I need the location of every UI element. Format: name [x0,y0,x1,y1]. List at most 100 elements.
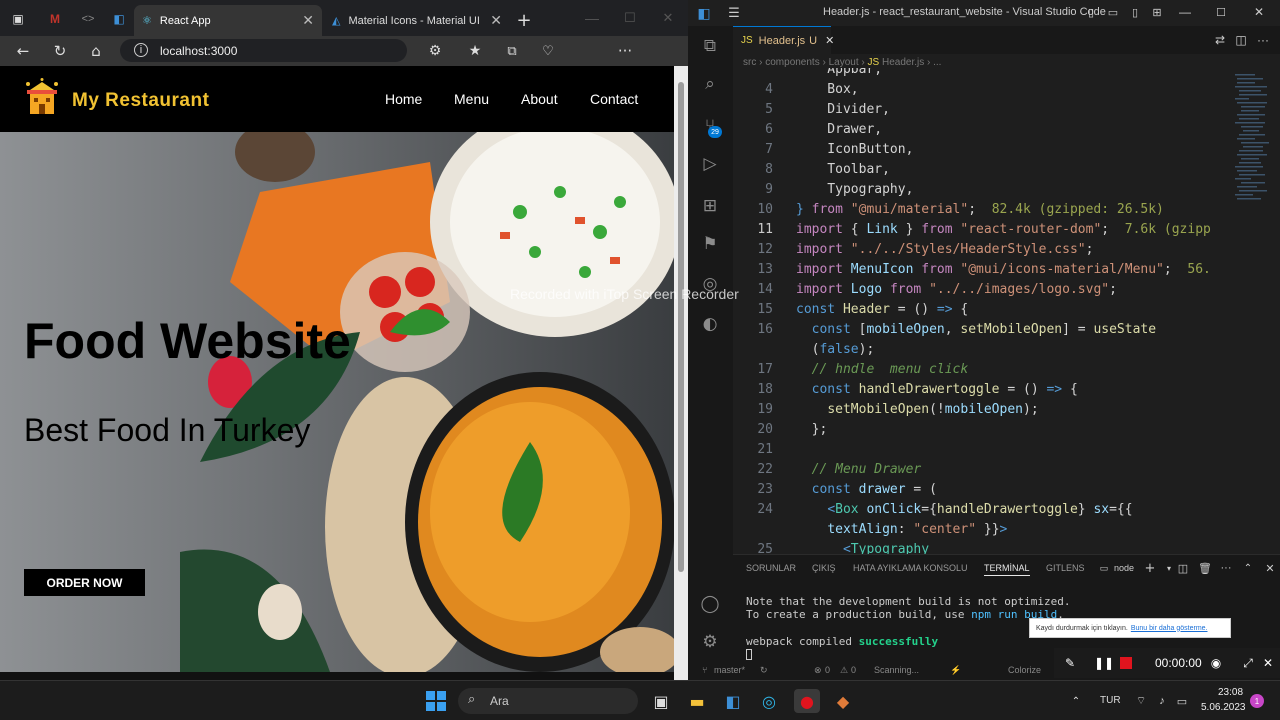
pause-icon[interactable]: ❚❚ [1094,655,1114,671]
breadcrumb-item[interactable]: Header.js [882,57,924,68]
site-info-icon[interactable]: i [134,43,148,57]
new-terminal-icon[interactable]: + [1143,561,1157,576]
minimap[interactable] [1233,72,1273,212]
nav-menu[interactable]: Menu [454,91,489,107]
code-line[interactable]: Typography, [796,182,913,197]
maximize-panel-icon[interactable]: ⌃ [1241,561,1255,575]
toggle-secondary-icon[interactable]: ▯ [1128,5,1142,19]
panel-tab-output[interactable]: ÇIKIŞ [812,563,836,573]
stop-record-icon[interactable] [1120,657,1132,669]
pen-icon[interactable]: ✎ [1062,655,1078,671]
code-line[interactable]: IconButton, [796,142,913,157]
code-line[interactable]: import Logo from "../../images/logo.svg"… [796,282,1117,297]
clock-time[interactable]: 23:08 [1218,687,1243,698]
panel-more-icon[interactable]: ··· [1219,561,1233,575]
search-icon[interactable]: ⌕ [698,72,722,96]
code-line[interactable]: // hndle menu click [796,362,969,377]
page-scrollbar[interactable] [674,66,688,680]
notification-badge[interactable]: 1 [1250,694,1264,708]
code-line[interactable]: const drawer = ( [796,482,937,497]
gitlens-icon[interactable]: ◐ [698,312,722,336]
code-line[interactable]: Toolbar, [796,162,890,177]
address-bar[interactable]: i localhost:3000 [120,39,407,62]
sync-icon[interactable]: ↻ [760,665,768,676]
vs-close-icon[interactable]: ✕ [1252,5,1266,19]
toggle-panel-icon[interactable]: ▭ [1106,5,1120,19]
code-line[interactable]: const handleDrawertoggle = () => { [796,382,1078,397]
code-line[interactable]: const [mobileOpen, setMobileOpen] = useS… [796,322,1156,337]
panel-tab-problems[interactable]: SORUNLAR [746,563,796,573]
code-line[interactable]: <Typography [796,542,929,554]
split-editor-icon[interactable]: ◫ [1233,32,1249,48]
edge-taskbar-icon[interactable]: ◎ [756,689,782,713]
editor-more-icon[interactable]: ··· [1255,32,1271,48]
code-line[interactable]: import { Link } from "react-router-dom";… [796,222,1211,237]
breadcrumb-item[interactable]: Layout [829,57,859,68]
tab-header-js[interactable]: JS Header.js U ✕ [733,26,834,54]
scrollbar-thumb[interactable] [678,82,684,572]
code-line[interactable]: } from "@mui/material"; 82.4k (gzipped: … [796,202,1164,217]
maximize-icon[interactable]: ☐ [622,10,638,26]
code-line[interactable]: const Header = () => { [796,302,968,317]
run-debug-icon[interactable]: ▷ [698,152,722,176]
warning-count[interactable]: 0 [851,665,856,675]
back-icon[interactable]: ← [12,41,34,61]
favorites-bar-icon[interactable]: ★ [464,41,486,61]
minimize-icon[interactable]: — [584,10,600,26]
code-line[interactable]: // Menu Drawer [796,462,922,477]
extensions-icon[interactable]: ⊞ [698,194,722,218]
breadcrumb-item[interactable]: components [765,57,819,68]
close-recorder-icon[interactable]: ✕ [1260,655,1276,671]
code-line[interactable]: textAlign: "center" }}> [796,522,1007,537]
bookmarks-icon[interactable]: ⚑ [698,232,722,256]
code-line[interactable]: Box, [796,82,858,97]
refresh-icon[interactable]: ↻ [49,41,71,61]
tray-expand-icon[interactable]: ⌃ [1068,693,1084,709]
code-line[interactable]: <Box onClick={handleDrawertoggle} sx={{ [796,502,1132,517]
vs-minimize-icon[interactable]: — [1178,5,1192,19]
breadcrumb-item[interactable]: src [743,57,756,68]
panel-tab-debug-console[interactable]: HATA AYIKLAMA KONSOLU [853,563,968,573]
wifi-icon[interactable]: ⌔ [1133,693,1149,709]
code-line[interactable]: Appbar, [796,68,882,77]
vs-maximize-icon[interactable]: ☐ [1214,5,1228,19]
home-icon[interactable]: ⌂ [85,41,107,61]
code-line[interactable]: setMobileOpen(!mobileOpen); [796,402,1038,417]
language-indicator[interactable]: TUR [1100,695,1121,706]
accounts-icon[interactable]: ◯ [698,592,722,616]
panel-tab-gitlens[interactable]: GITLENS [1046,563,1085,573]
battery-icon[interactable]: ▭ [1174,693,1190,709]
nav-home[interactable]: Home [385,91,422,107]
tab-actions-icon[interactable]: ▣ [10,12,26,26]
settings-gear-icon[interactable]: ⚙ [698,630,722,654]
code-line[interactable]: (false); [796,342,875,357]
close-panel-icon[interactable]: ✕ [1263,561,1277,575]
app-taskbar-icon[interactable]: ◆ [830,689,856,713]
breadcrumb-item[interactable]: ... [933,57,941,68]
explorer-icon[interactable]: ⧉ [698,34,722,58]
restaurant-logo-icon[interactable] [22,78,62,118]
code-line[interactable]: import MenuIcon from "@mui/icons-materia… [796,262,1211,277]
hamburger-menu-icon[interactable]: ☰ [726,5,742,21]
split-terminal-icon[interactable]: ◫ [1176,561,1190,575]
tab-material-icons[interactable]: ◭ Material Icons - Material UI ✕ [324,5,510,36]
tab-react-app[interactable]: ⚛ React App ✕ [134,5,322,36]
recorder-tip-link[interactable]: Bunu bir daha gösterme. [1131,625,1208,632]
code-line[interactable]: Divider, [796,102,890,117]
pinned-tab-code-icon[interactable]: <> [80,12,96,26]
task-view-icon[interactable]: ▣ [648,689,674,713]
vscode-taskbar-icon[interactable]: ◧ [720,689,746,713]
more-options-icon[interactable]: ··· [614,41,636,61]
close-window-icon[interactable]: ✕ [660,10,676,26]
colorize-status[interactable]: Colorize [1008,665,1041,675]
screenshot-icon[interactable]: ◉ [1208,655,1224,671]
terminal-dropdown-icon[interactable]: ▾ [1164,561,1174,575]
new-tab-icon[interactable]: + [514,10,534,31]
nav-about[interactable]: About [521,91,558,107]
kill-terminal-icon[interactable]: 🗑 [1198,561,1212,575]
close-editor-icon[interactable]: ✕ [825,34,834,47]
close-tab-icon[interactable]: ✕ [490,13,502,29]
nav-contact[interactable]: Contact [590,91,638,107]
collapse-recorder-icon[interactable]: ⤢ [1240,655,1256,671]
error-count[interactable]: 0 [825,665,830,675]
